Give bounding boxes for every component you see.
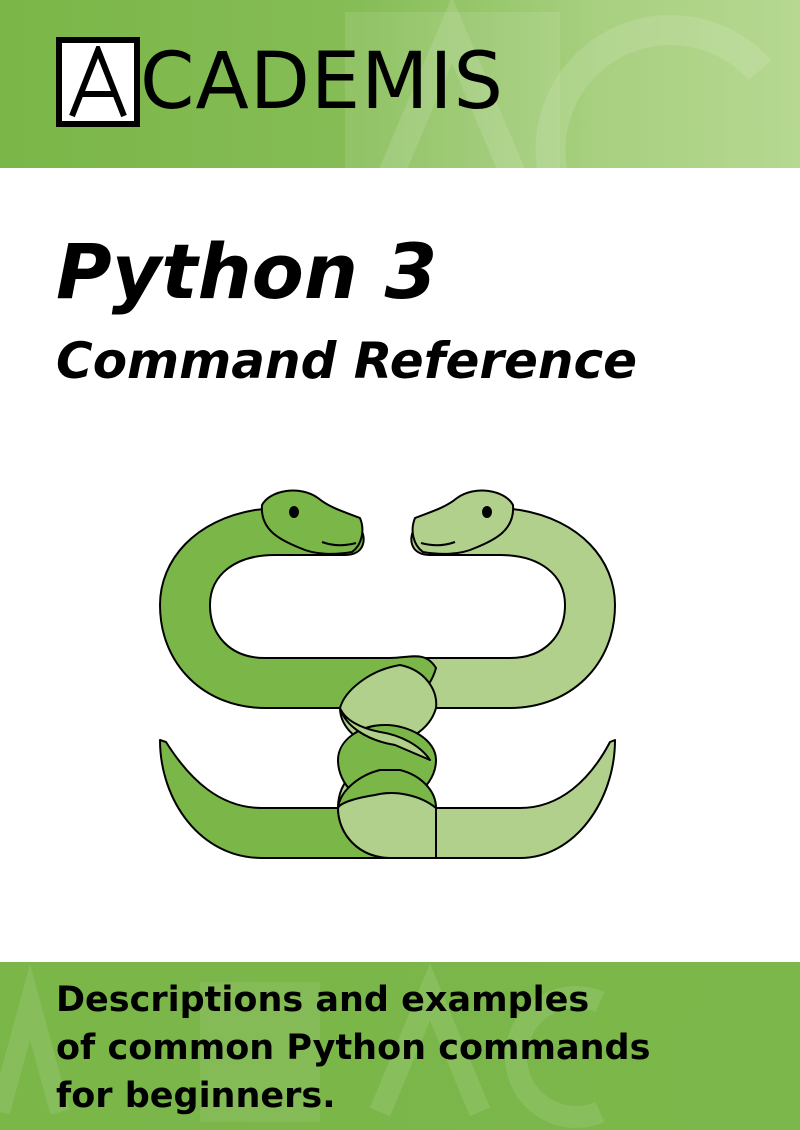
cover-description: Descriptions and examples of common Pyth… — [56, 980, 651, 1116]
dark-snake-eye-icon — [289, 506, 299, 518]
logo-text: CADEMIS — [140, 37, 504, 127]
footer-banner: Descriptions and examples of common Pyth… — [0, 962, 800, 1130]
academis-logo: CADEMIS — [56, 36, 504, 128]
page-subtitle: Command Reference — [56, 332, 638, 390]
logo-a-icon — [56, 37, 140, 127]
page-title: Python 3 — [56, 227, 438, 316]
light-snake-eye-icon — [482, 506, 492, 518]
logo-a-glyph — [69, 46, 127, 118]
header-banner: CADEMIS — [0, 0, 800, 168]
snakes-illustration — [159, 489, 616, 859]
